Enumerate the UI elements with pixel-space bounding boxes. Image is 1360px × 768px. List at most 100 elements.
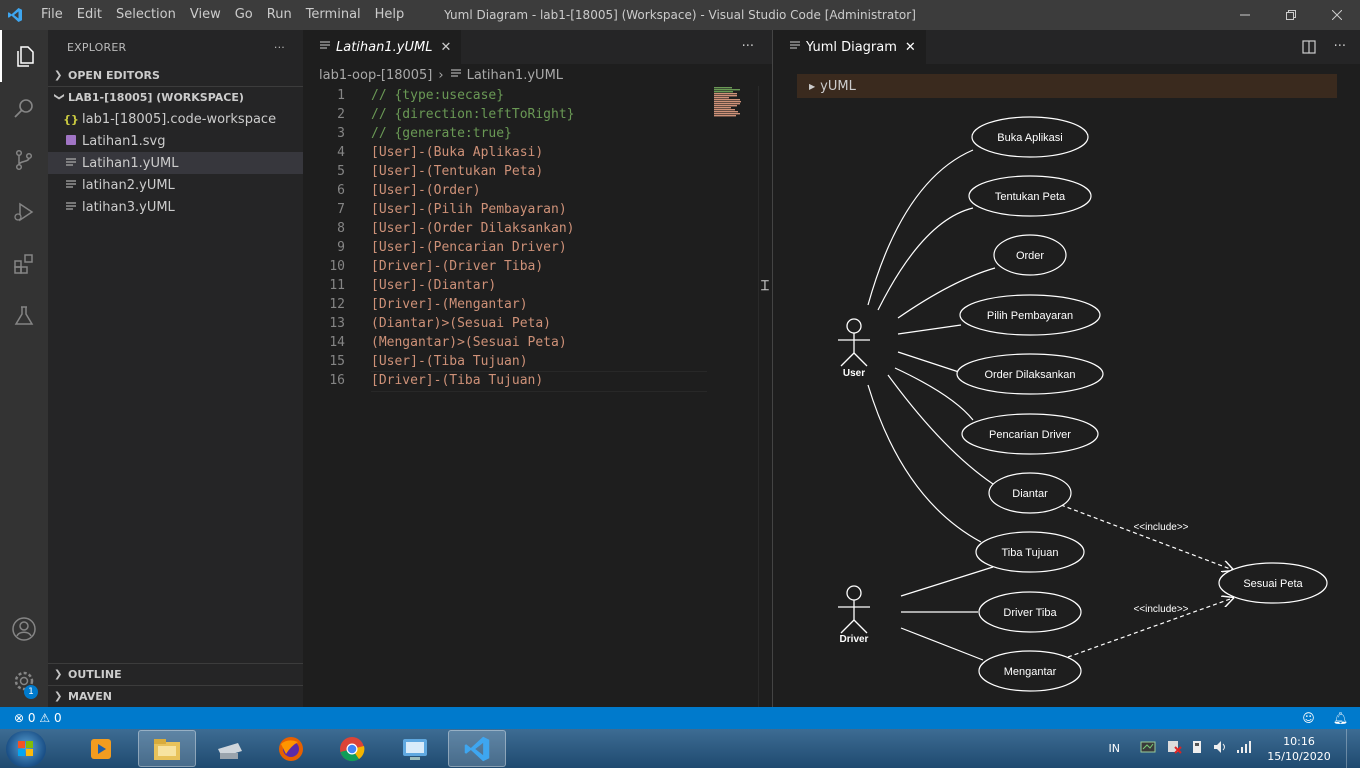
actor-driver-icon xyxy=(838,585,870,634)
close-window-button[interactable] xyxy=(1314,0,1360,30)
manage-gear-icon[interactable]: 1 xyxy=(0,655,48,707)
editor-more-button[interactable]: ··· xyxy=(742,30,754,64)
file-name: Latihan1.svg xyxy=(82,133,166,149)
code-line[interactable]: 16 [Driver]-(Tiba Tujuan) xyxy=(303,371,772,392)
line-text: [User]-(Order Dilaksankan) xyxy=(371,221,575,236)
chrome-icon[interactable] xyxy=(323,730,381,767)
menu-view[interactable]: View xyxy=(183,0,228,30)
clock[interactable]: 10:16 15/10/2020 xyxy=(1264,734,1334,764)
file-item-latihan1-svg[interactable]: Latihan1.svg xyxy=(48,130,303,152)
testing-flask-icon[interactable] xyxy=(0,290,48,342)
line-text: (Diantar)>(Sesuai Peta) xyxy=(371,316,552,331)
line-number: 4 xyxy=(337,145,345,160)
tray-app-icon[interactable] xyxy=(1140,739,1156,758)
line-number: 14 xyxy=(329,335,345,350)
code-line[interactable]: 11 [User]-(Diantar) xyxy=(303,276,772,295)
firefox-icon[interactable] xyxy=(262,730,320,767)
tab-latihan1-yuml[interactable]: Latihan1.yUML ✕ xyxy=(303,30,462,64)
code-line[interactable]: 3 // {generate:true} xyxy=(303,124,772,143)
code-line[interactable]: 8 [User]-(Order Dilaksankan) xyxy=(303,219,772,238)
usecase-label: Diantar xyxy=(1012,488,1048,500)
code-line[interactable]: 7 [User]-(Pilih Pembayaran) xyxy=(303,200,772,219)
restore-button[interactable] xyxy=(1268,0,1314,30)
input-language[interactable]: IN xyxy=(1109,742,1120,755)
network-warning-icon[interactable] xyxy=(1166,739,1182,758)
close-icon[interactable]: ✕ xyxy=(440,40,451,55)
code-line[interactable]: 12 [Driver]-(Mengantar) xyxy=(303,295,772,314)
extensions-icon[interactable] xyxy=(0,238,48,290)
menu-help[interactable]: Help xyxy=(368,0,412,30)
source-control-icon[interactable] xyxy=(0,134,48,186)
file-item-latihan3-yuml[interactable]: latihan3.yUML xyxy=(48,196,303,218)
line-text: [User]-(Diantar) xyxy=(371,278,497,293)
feedback-icon[interactable]: ☺ xyxy=(1302,707,1315,729)
volume-icon[interactable] xyxy=(1212,739,1228,758)
line-number: 16 xyxy=(329,373,345,388)
menu-selection[interactable]: Selection xyxy=(109,0,183,30)
line-number: 3 xyxy=(337,126,345,141)
menu-edit[interactable]: Edit xyxy=(70,0,109,30)
text-file-icon xyxy=(319,39,331,55)
media-player-icon[interactable] xyxy=(72,730,130,767)
open-editors-section[interactable]: ❯ OPEN EDITORS xyxy=(48,64,303,86)
menu-file[interactable]: File xyxy=(34,0,70,30)
line-number: 1 xyxy=(337,88,345,103)
menu-go[interactable]: Go xyxy=(228,0,260,30)
code-line[interactable]: 2 // {direction:leftToRight} xyxy=(303,105,772,124)
notifications-bell-icon[interactable]: 🔔︎ xyxy=(1333,707,1348,729)
editor-scrollbar[interactable] xyxy=(758,86,772,707)
windows-taskbar: IN 10:16 15/10/2020 xyxy=(0,729,1360,768)
chevron-right-icon: › xyxy=(438,67,444,83)
start-button[interactable] xyxy=(6,731,46,767)
code-area[interactable]: 1 // {type:usecase} 2 // {direction:leftToR… xyxy=(303,86,772,392)
signal-strength-icon[interactable] xyxy=(1236,740,1252,757)
control-panel-icon[interactable] xyxy=(386,730,444,767)
error-count: 0 xyxy=(27,711,36,725)
code-editor-group: Latihan1.yUML ✕ ··· lab1-oop-[18005] › L… xyxy=(303,30,772,707)
chevron-down-icon: ❯ xyxy=(53,92,65,101)
code-line[interactable]: 1 // {type:usecase} xyxy=(303,86,772,105)
vscode-taskbar-icon[interactable] xyxy=(448,730,506,767)
yuml-preview-panel: Yuml Diagram ✕ ··· ▶ yUML <<include>> <<… xyxy=(772,30,1360,707)
menu-run[interactable]: Run xyxy=(260,0,299,30)
breadcrumb-file[interactable]: Latihan1.yUML xyxy=(467,68,563,83)
line-text: (Mengantar)>(Sesuai Peta) xyxy=(371,335,567,350)
line-text: [User]-(Pencarian Driver) xyxy=(371,240,567,255)
minimap[interactable] xyxy=(714,86,758,118)
code-line[interactable]: 5 [User]-(Tentukan Peta) xyxy=(303,162,772,181)
minimize-button[interactable] xyxy=(1222,0,1268,30)
code-line[interactable]: 15 [User]-(Tiba Tujuan) xyxy=(303,352,772,371)
line-text: // {type:usecase} xyxy=(371,88,505,103)
problems-indicator[interactable]: ⊗ 0 ⚠ 0 xyxy=(0,711,62,725)
code-line[interactable]: 13 (Diantar)>(Sesuai Peta) xyxy=(303,314,772,333)
search-icon[interactable] xyxy=(0,82,48,134)
line-text: [User]-(Tentukan Peta) xyxy=(371,164,544,179)
scanner-app-icon[interactable] xyxy=(200,730,258,767)
menu-terminal[interactable]: Terminal xyxy=(299,0,368,30)
file-item-latihan1-yuml[interactable]: Latihan1.yUML xyxy=(48,152,303,174)
show-desktop-button[interactable] xyxy=(1346,729,1360,768)
file-explorer-icon[interactable] xyxy=(138,730,196,767)
file-item-workspace[interactable]: {} lab1-[18005].code-workspace xyxy=(48,108,303,130)
maven-section[interactable]: ❯ MAVEN xyxy=(48,685,303,707)
line-number: 5 xyxy=(337,164,345,179)
usb-device-icon[interactable] xyxy=(1190,739,1204,758)
code-line[interactable]: 6 [User]-(Order) xyxy=(303,181,772,200)
breadcrumb-folder[interactable]: lab1-oop-[18005] xyxy=(319,68,432,83)
file-item-latihan2-yuml[interactable]: latihan2.yUML xyxy=(48,174,303,196)
account-icon[interactable] xyxy=(0,603,48,655)
usecase-label: Mengantar xyxy=(1004,666,1057,678)
code-line[interactable]: 9 [User]-(Pencarian Driver) xyxy=(303,238,772,257)
explorer-icon[interactable] xyxy=(0,30,48,82)
line-number: 8 xyxy=(337,221,345,236)
line-text: [User]-(Order) xyxy=(371,183,481,198)
workspace-section[interactable]: ❯ LAB1-[18005] (WORKSPACE) xyxy=(48,86,303,108)
code-line[interactable]: 10 [Driver]-(Driver Tiba) xyxy=(303,257,772,276)
code-line[interactable]: 14 (Mengantar)>(Sesuai Peta) xyxy=(303,333,772,352)
outline-section[interactable]: ❯ OUTLINE xyxy=(48,663,303,685)
code-line[interactable]: 4 [User]-(Buka Aplikasi) xyxy=(303,143,772,162)
explorer-more-button[interactable]: ··· xyxy=(274,41,285,54)
line-number: 15 xyxy=(329,354,345,369)
run-debug-icon[interactable] xyxy=(0,186,48,238)
clock-time: 10:16 xyxy=(1283,734,1315,748)
